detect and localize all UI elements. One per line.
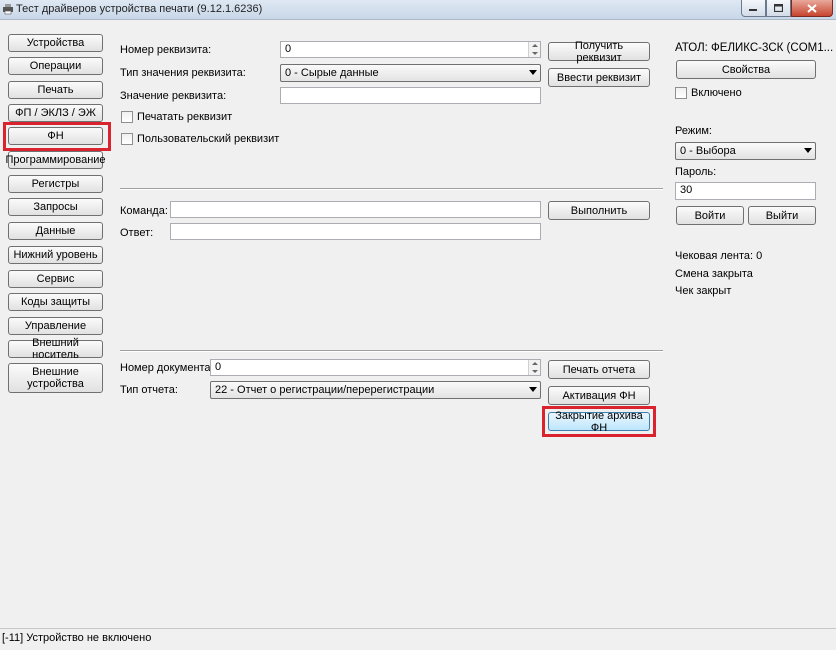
sidebar-item-print[interactable]: Печать <box>8 81 103 99</box>
get-requisite-button[interactable]: Получить реквизит <box>548 40 650 64</box>
doc-number-value: 0 <box>215 361 222 373</box>
sidebar-item-programming[interactable]: Программирование <box>5 151 106 169</box>
sidebar-item-management[interactable]: Управление <box>8 317 103 335</box>
spin-buttons[interactable] <box>528 360 540 375</box>
spin-down-icon <box>532 370 538 373</box>
requisite-type-value: 0 - Сырые данные <box>285 67 379 79</box>
spin-up-icon <box>532 44 538 47</box>
execute-button[interactable]: Выполнить <box>548 201 650 220</box>
sidebar-item-registers[interactable]: Регистры <box>8 175 103 193</box>
command-label: Команда: <box>120 205 168 217</box>
requisite-type-select[interactable]: 0 - Сырые данные <box>280 64 541 82</box>
logout-button[interactable]: Выйти <box>748 206 816 225</box>
device-name: АТОЛ: ФЕЛИКС-3СК (COM1... <box>675 42 834 54</box>
window-title: Тест драйверов устройства печати (9.12.1… <box>16 3 263 15</box>
separator <box>120 188 663 190</box>
app-icon <box>3 4 13 15</box>
user-requisite-checkbox[interactable] <box>121 133 133 145</box>
receipt-status: Чек закрыт <box>675 285 732 297</box>
doc-number-label: Номер документа: <box>120 362 214 374</box>
print-requisite-label: Печатать реквизит <box>137 111 233 123</box>
sidebar-item-queries[interactable]: Запросы <box>8 198 103 216</box>
sidebar-item-fp-eklz[interactable]: ФП / ЭКЛЗ / ЭЖ <box>8 104 103 122</box>
requisite-value-label: Значение реквизита: <box>120 90 227 102</box>
requisite-value-input[interactable] <box>280 87 541 104</box>
spin-down-icon <box>532 52 538 55</box>
sidebar-item-operations[interactable]: Операции <box>8 57 103 75</box>
title-bar[interactable]: Тест драйверов устройства печати (9.12.1… <box>0 0 836 20</box>
mode-value: 0 - Выбора <box>680 145 736 157</box>
requisite-type-label: Тип значения реквизита: <box>120 67 246 79</box>
report-type-value: 22 - Отчет о регистрации/перерегистрации <box>215 384 435 396</box>
report-type-label: Тип отчета: <box>120 384 178 396</box>
receipt-tape-status: Чековая лента: 0 <box>675 250 763 262</box>
close-icon <box>807 3 817 13</box>
report-type-select[interactable]: 22 - Отчет о регистрации/перерегистрации <box>210 381 541 399</box>
requisite-number-label: Номер реквизита: <box>120 44 212 56</box>
enabled-label: Включено <box>691 87 742 99</box>
maximize-icon <box>774 4 783 12</box>
print-report-button[interactable]: Печать отчета <box>548 360 650 379</box>
close-fn-archive-button[interactable]: Закрытие архива ФН <box>548 410 650 434</box>
login-button[interactable]: Войти <box>676 206 744 225</box>
status-text: [-11] Устройство не включено <box>2 632 152 644</box>
sidebar-item-devices[interactable]: Устройства <box>8 34 103 52</box>
sidebar-item-external-devices[interactable]: Внешние устройства <box>8 363 103 393</box>
shift-status: Смена закрыта <box>675 268 753 280</box>
close-button[interactable] <box>791 0 833 17</box>
activate-fn-button[interactable]: Активация ФН <box>548 386 650 405</box>
mode-label: Режим: <box>675 125 712 137</box>
enabled-checkbox[interactable] <box>675 87 687 99</box>
sidebar-item-data[interactable]: Данные <box>8 222 103 240</box>
chevron-down-icon <box>804 148 812 153</box>
answer-label: Ответ: <box>120 227 154 239</box>
separator <box>120 350 663 352</box>
requisite-number-stepper[interactable]: 0 <box>280 41 541 58</box>
status-bar: [-11] Устройство не включено <box>0 628 836 650</box>
chevron-down-icon <box>529 387 537 392</box>
maximize-button[interactable] <box>766 0 791 17</box>
minimize-button[interactable] <box>741 0 766 17</box>
enter-requisite-button[interactable]: Ввести реквизит <box>548 68 650 87</box>
sidebar-item-service[interactable]: Сервис <box>8 270 103 288</box>
sidebar-item-external-media[interactable]: Внешний носитель <box>8 337 103 361</box>
minimize-icon <box>749 9 757 11</box>
requisite-number-value: 0 <box>285 43 292 55</box>
sidebar-item-low-level[interactable]: Нижний уровень <box>8 246 103 264</box>
properties-button[interactable]: Свойства <box>676 60 816 79</box>
sidebar-item-protection-codes[interactable]: Коды защиты <box>8 293 103 311</box>
chevron-down-icon <box>529 70 537 75</box>
sidebar-item-fn[interactable]: ФН <box>8 127 103 145</box>
spin-buttons[interactable] <box>528 42 540 57</box>
doc-number-stepper[interactable]: 0 <box>210 359 541 376</box>
answer-input[interactable] <box>170 223 541 240</box>
print-requisite-checkbox[interactable] <box>121 111 133 123</box>
mode-select[interactable]: 0 - Выбора <box>675 142 816 160</box>
spin-up-icon <box>532 362 538 365</box>
user-requisite-label: Пользовательский реквизит <box>137 133 280 145</box>
password-input[interactable]: 30 <box>675 182 816 200</box>
password-label: Пароль: <box>675 166 717 178</box>
command-input[interactable] <box>170 201 541 218</box>
